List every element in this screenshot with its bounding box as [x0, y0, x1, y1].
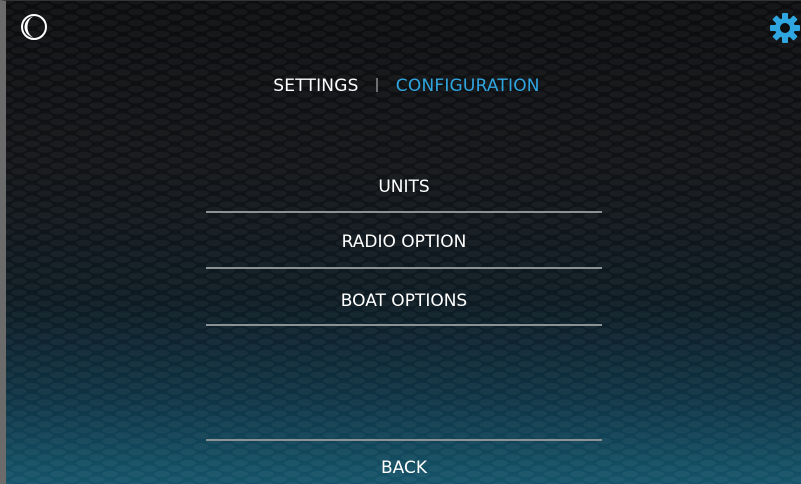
back-divider [206, 439, 602, 441]
menu-divider [206, 211, 602, 213]
settings-gear-button[interactable] [769, 12, 801, 44]
back-button[interactable]: BACK [206, 458, 602, 478]
breadcrumb: SETTINGS CONFIGURATION [6, 76, 801, 96]
menu-item-units[interactable]: UNITS [206, 177, 602, 197]
menu-item-boat-options[interactable]: BOAT OPTIONS [206, 291, 602, 311]
breadcrumb-settings[interactable]: SETTINGS [273, 76, 358, 96]
settings-screen: SETTINGS CONFIGURATION UNITS RADIO OPTIO… [0, 0, 801, 484]
menu-divider [206, 267, 602, 269]
gear-icon [770, 13, 800, 43]
moon-icon [21, 14, 47, 40]
breadcrumb-configuration: CONFIGURATION [395, 76, 540, 96]
breadcrumb-divider [376, 78, 379, 92]
menu-item-radio-option[interactable]: RADIO OPTION [206, 232, 602, 252]
night-mode-button[interactable] [20, 13, 48, 41]
menu-divider [206, 324, 602, 326]
